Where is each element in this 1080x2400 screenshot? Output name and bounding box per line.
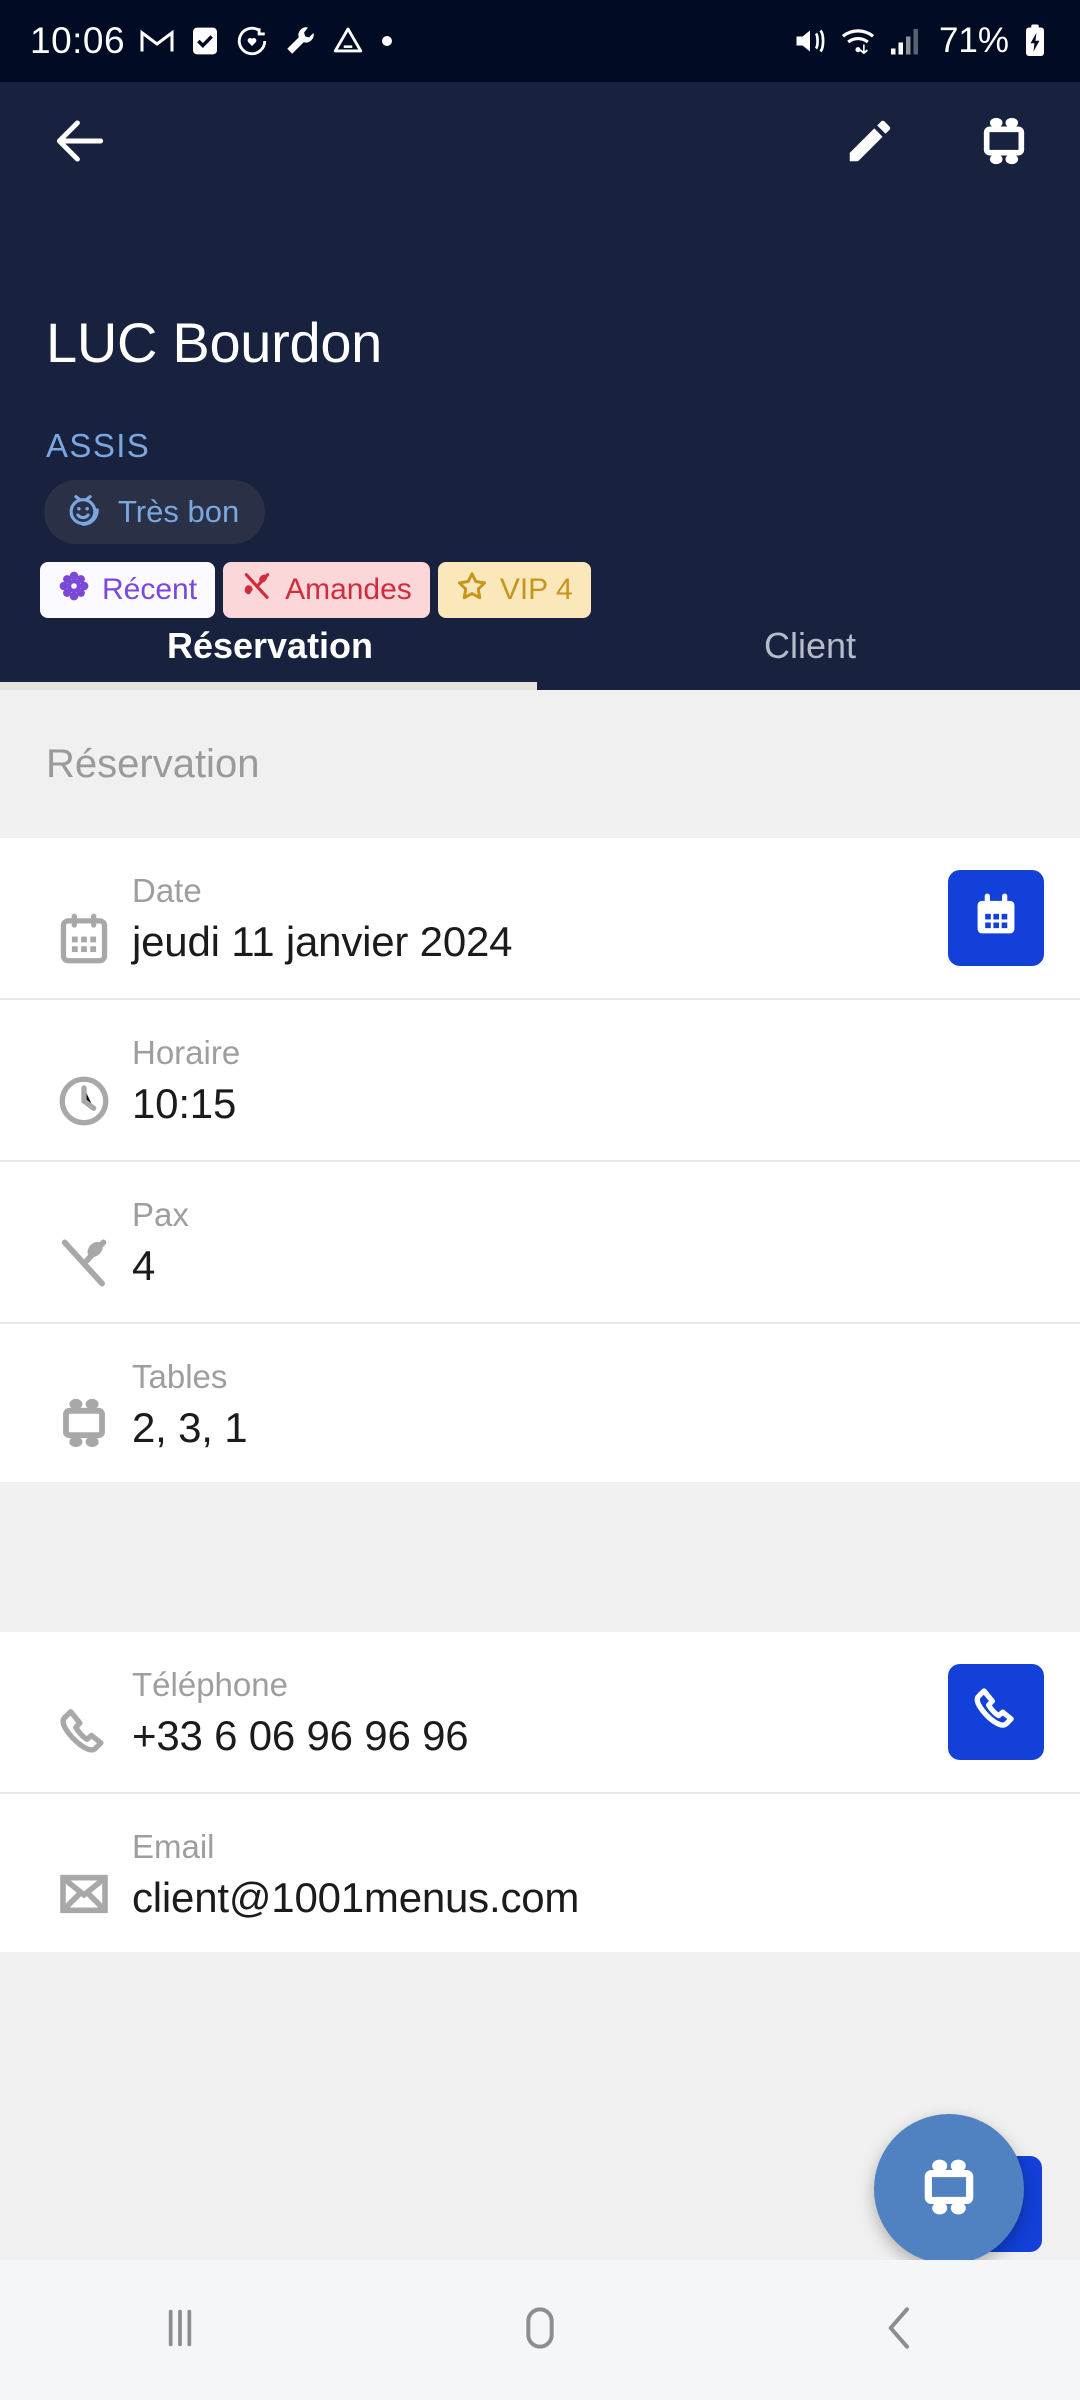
- row-content: Tables 2, 3, 1: [132, 1354, 1044, 1452]
- row-label: Horaire: [132, 1034, 241, 1071]
- row-label: Pax: [132, 1196, 189, 1233]
- row-content: Téléphone +33 6 06 96 96 96: [132, 1662, 928, 1760]
- table-icon: [978, 115, 1030, 172]
- mute-vibrate-icon: [792, 23, 828, 59]
- page-header: LUC Bourdon ASSIS Très bon Récent Amande…: [0, 82, 1080, 690]
- table-row[interactable]: Téléphone +33 6 06 96 96 96: [0, 1632, 1080, 1794]
- table-row[interactable]: Horaire 10:15: [0, 1000, 1080, 1162]
- customer-name: LUC Bourdon: [46, 311, 383, 374]
- row-label: Téléphone: [132, 1666, 288, 1703]
- table-row[interactable]: Date jeudi 11 janvier 2024: [0, 838, 1080, 1000]
- contact-card: Téléphone +33 6 06 96 96 96 Email client…: [0, 1632, 1080, 1952]
- table-row[interactable]: Tables 2, 3, 1: [0, 1324, 1080, 1482]
- dot-icon: [379, 33, 395, 49]
- open-calendar-button[interactable]: [948, 870, 1044, 966]
- table-icon: [918, 2156, 980, 2223]
- reservation-status: ASSIS: [46, 427, 151, 464]
- rating-chip[interactable]: Très bon: [44, 480, 266, 544]
- row-value: 4: [132, 1242, 156, 1289]
- phone-icon: [970, 1684, 1022, 1741]
- section-spacer: [0, 1482, 1080, 1632]
- call-button[interactable]: [948, 1664, 1044, 1760]
- calendar-icon: [970, 890, 1022, 947]
- cutlery-icon: [36, 1192, 132, 1292]
- tab-bar: Réservation Client: [0, 602, 1080, 690]
- clock-heart-icon: [235, 24, 269, 58]
- android-navigation-bar: [0, 2260, 1080, 2400]
- arrow-left-icon: [49, 110, 111, 177]
- table-plan-button[interactable]: [972, 111, 1036, 175]
- pencil-icon: [843, 114, 897, 173]
- back-button[interactable]: [720, 2260, 1080, 2400]
- edit-button[interactable]: [838, 111, 902, 175]
- home-button[interactable]: [360, 2260, 720, 2400]
- row-content: Pax 4: [132, 1192, 1044, 1290]
- status-bar: 10:06 71%: [0, 0, 1080, 82]
- drive-icon: [331, 24, 365, 58]
- row-value: client@1001menus.com: [132, 1874, 580, 1921]
- row-value: 2, 3, 1: [132, 1404, 248, 1451]
- signal-icon: [888, 23, 924, 59]
- row-content: Date jeudi 11 janvier 2024: [132, 868, 928, 966]
- rating-chip-label: Très bon: [118, 494, 240, 529]
- back-chevron-icon: [872, 2300, 928, 2361]
- status-bar-clock: 10:06: [30, 20, 126, 61]
- recents-button[interactable]: [0, 2260, 360, 2400]
- phone-icon: [36, 1662, 132, 1762]
- checkbox-icon: [189, 25, 221, 57]
- table-icon: [36, 1354, 132, 1450]
- content-area: Réservation Date jeudi 11 janvier 2024 H…: [0, 690, 1080, 2400]
- table-row[interactable]: Email client@1001menus.com: [0, 1794, 1080, 1952]
- status-bar-left: 10:06: [30, 20, 395, 62]
- app-screen: 10:06 71% LUC Bourdon ASSIS Très bon Réc…: [0, 0, 1080, 2400]
- status-bar-right: 71%: [792, 21, 1050, 61]
- section-header-reservation: Réservation: [0, 690, 1080, 838]
- clock-icon: [36, 1030, 132, 1130]
- table-plan-fab[interactable]: [874, 2114, 1024, 2264]
- row-label: Email: [132, 1828, 215, 1865]
- email-icon: [36, 1824, 132, 1922]
- recents-icon: [152, 2300, 208, 2361]
- row-value: jeudi 11 janvier 2024: [132, 918, 513, 965]
- header-action-bar: [0, 82, 1080, 204]
- reservation-card: Date jeudi 11 janvier 2024 Horaire 10:15: [0, 838, 1080, 1482]
- home-icon: [512, 2300, 568, 2361]
- tab-active-indicator: [0, 682, 537, 690]
- row-content: Horaire 10:15: [132, 1030, 1044, 1128]
- row-value: +33 6 06 96 96 96: [132, 1712, 469, 1759]
- wifi-icon: [839, 22, 877, 60]
- calendar-icon: [36, 868, 132, 968]
- row-label: Tables: [132, 1358, 228, 1395]
- battery-charging-icon: [1020, 23, 1050, 59]
- tab-reservation-label: Réservation: [166, 625, 374, 666]
- tab-client[interactable]: Client: [540, 602, 1080, 690]
- gmail-icon: [139, 23, 175, 59]
- tab-client-label: Client: [763, 625, 857, 666]
- row-content: Email client@1001menus.com: [132, 1824, 1044, 1922]
- battery-percent-label: 71%: [938, 21, 1009, 60]
- table-row[interactable]: Pax 4: [0, 1162, 1080, 1324]
- header-actions: [838, 111, 1036, 175]
- row-value: 10:15: [132, 1080, 237, 1127]
- smiley-icon: [64, 491, 102, 534]
- row-label: Date: [132, 872, 202, 909]
- back-button[interactable]: [44, 107, 116, 179]
- wrench-icon: [283, 24, 317, 58]
- tab-reservation[interactable]: Réservation: [0, 602, 540, 690]
